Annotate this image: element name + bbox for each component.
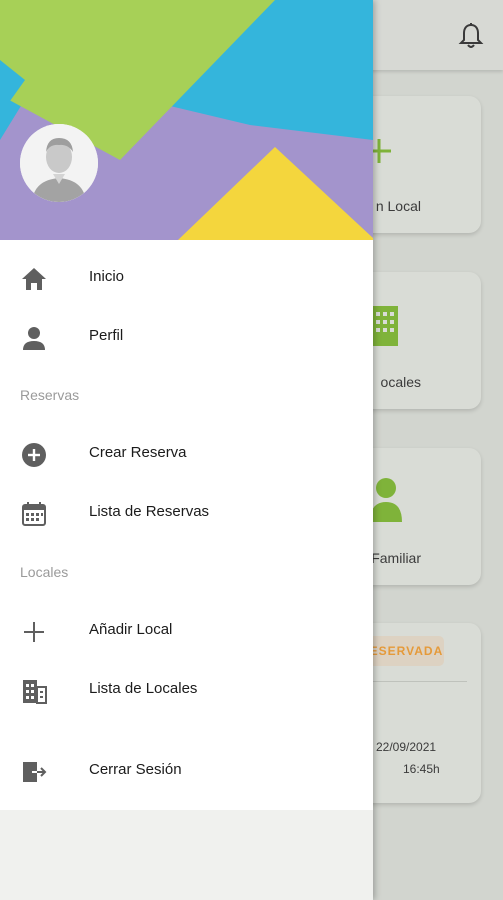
plus-icon xyxy=(24,622,44,642)
card-label: Familiar xyxy=(371,550,421,566)
notifications-bell-icon[interactable] xyxy=(458,22,484,50)
avatar[interactable] xyxy=(20,124,98,202)
menu-item-label: Inicio xyxy=(89,268,125,285)
menu-item-perfil[interactable]: Perfil xyxy=(0,312,373,362)
card-label: ocales xyxy=(380,374,421,390)
calendar-icon xyxy=(22,502,46,526)
menu-item-label: Perfil xyxy=(89,327,124,344)
section-header-locales: Locales xyxy=(20,564,69,580)
menu-item-cerrar-sesion[interactable]: Cerrar Sesión xyxy=(0,746,373,796)
home-icon xyxy=(22,268,46,290)
header-background xyxy=(0,0,373,240)
person-icon xyxy=(370,478,402,522)
section-header-reservas: Reservas xyxy=(20,387,80,403)
menu-item-label: Cerrar Sesión xyxy=(89,761,182,778)
reservation-date: 22/09/2021 xyxy=(376,740,437,754)
card-label: n Local xyxy=(375,198,421,214)
menu-item-crear-reserva[interactable]: Crear Reserva xyxy=(0,429,373,479)
menu-item-lista-locales[interactable]: Lista de Locales xyxy=(0,665,373,715)
building-icon xyxy=(372,306,398,346)
add-circle-icon xyxy=(22,443,46,467)
navigation-drawer: Inicio Perfil Reservas Crear Reserva Lis… xyxy=(0,0,373,900)
logout-icon xyxy=(23,762,47,782)
menu-item-inicio[interactable]: Inicio xyxy=(0,253,373,303)
reservation-time: 16:45h xyxy=(403,762,440,776)
menu-item-label: Lista de Reservas xyxy=(89,503,210,520)
menu-item-label: Añadir Local xyxy=(89,621,173,638)
menu-item-label: Crear Reserva xyxy=(89,444,187,461)
menu-item-anadir-local[interactable]: Añadir Local xyxy=(0,606,373,656)
drawer-header xyxy=(0,0,373,240)
menu-item-lista-reservas[interactable]: Lista de Reservas xyxy=(0,488,373,538)
person-icon xyxy=(23,327,45,350)
user-avatar-icon xyxy=(20,124,98,202)
building-icon xyxy=(23,680,47,704)
menu-item-label: Lista de Locales xyxy=(89,680,198,697)
